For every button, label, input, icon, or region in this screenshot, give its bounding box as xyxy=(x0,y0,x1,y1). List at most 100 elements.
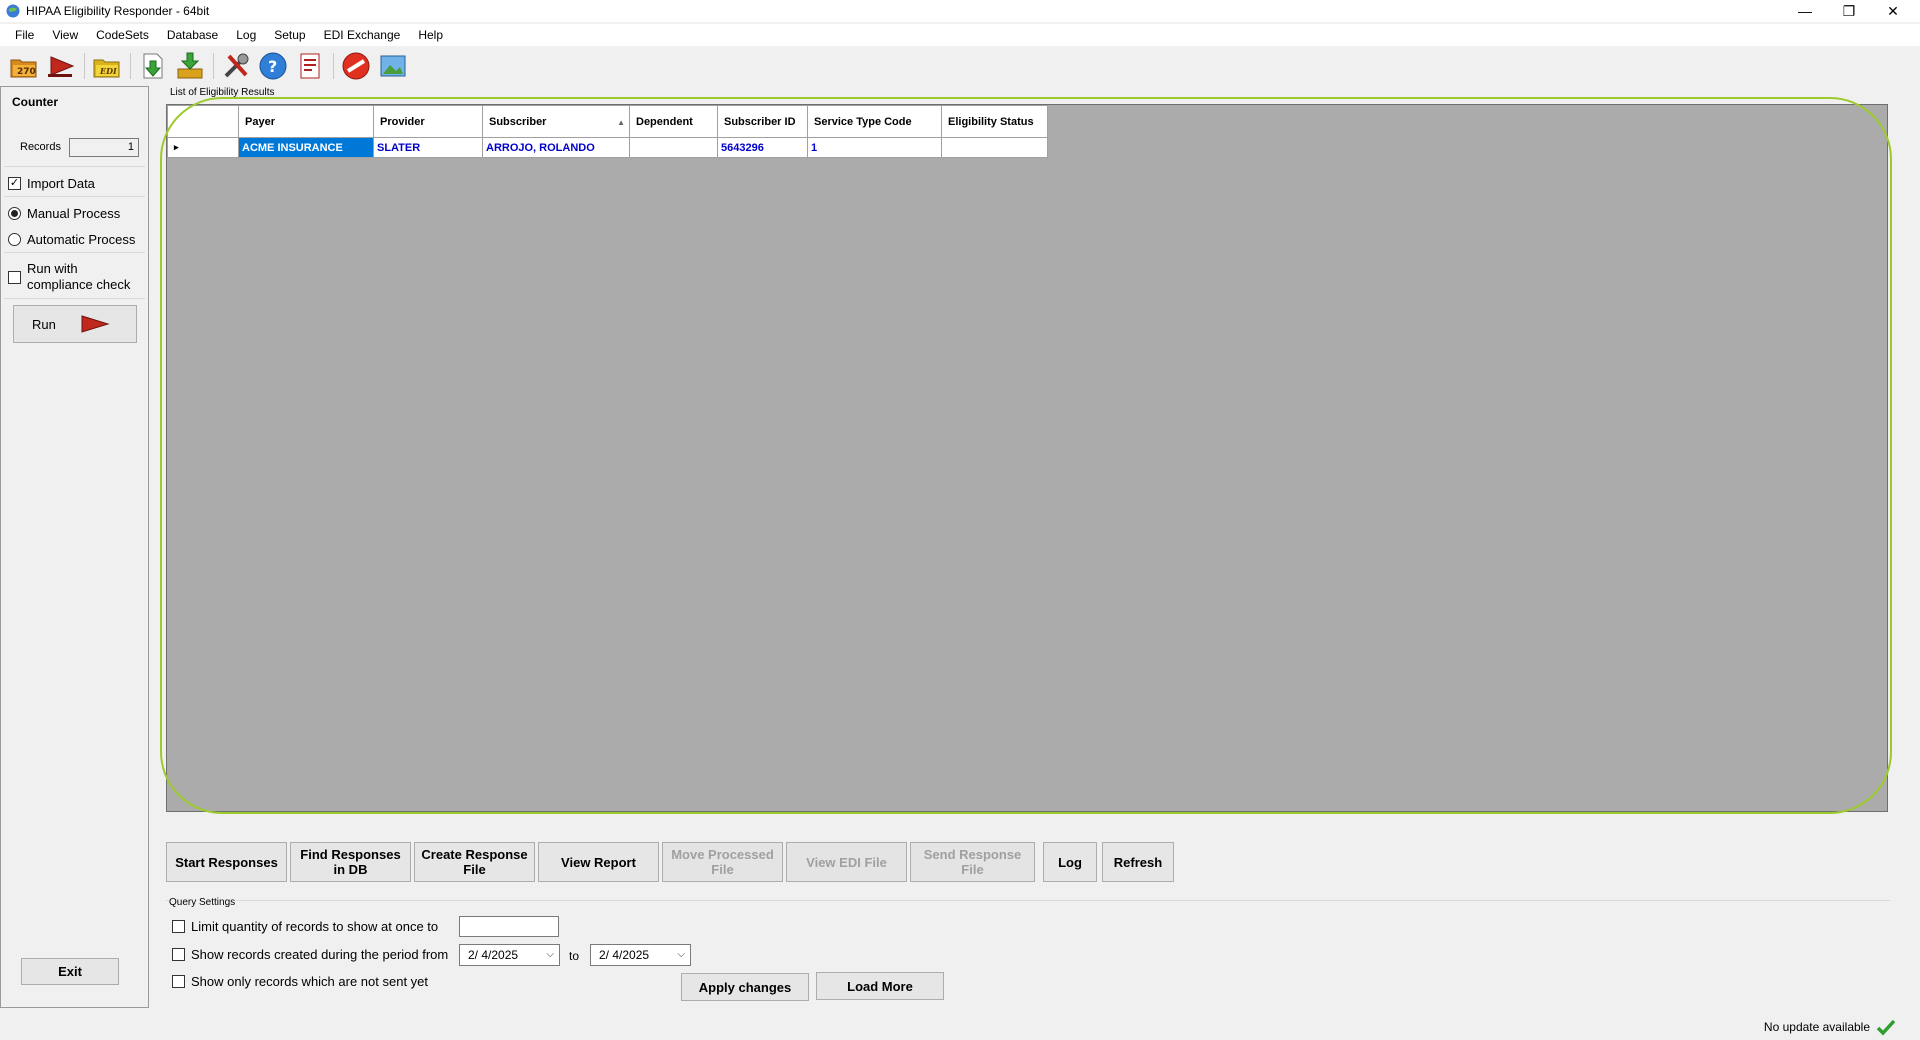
check-ok-icon xyxy=(1876,1019,1896,1036)
column-header-provider[interactable]: Provider xyxy=(373,105,483,138)
run-button[interactable]: Run xyxy=(13,305,137,343)
period-checkbox[interactable]: Show records created during the period f… xyxy=(172,947,448,962)
checkbox-box[interactable]: ✓ xyxy=(8,177,21,190)
stop-button[interactable] xyxy=(340,50,372,82)
menu-file[interactable]: File xyxy=(6,24,43,46)
toolbar-separator xyxy=(84,53,85,79)
checkbox-box[interactable] xyxy=(172,975,185,988)
not-sent-label: Show only records which are not sent yet xyxy=(191,974,429,989)
cell-subscriber-id[interactable]: 5643296 xyxy=(717,137,808,158)
date-to-value: 2/ 4/2025 xyxy=(599,948,650,962)
cell-provider[interactable]: SLATER xyxy=(373,137,483,158)
query-settings-title: Query Settings xyxy=(169,897,238,908)
view-report-button[interactable]: View Report xyxy=(538,842,659,882)
menu-log[interactable]: Log xyxy=(227,24,265,46)
start-responses-button[interactable]: Start Responses xyxy=(166,842,287,882)
import-data-checkbox[interactable]: ✓ Import Data xyxy=(8,176,95,191)
menu-setup[interactable]: Setup xyxy=(265,24,314,46)
status-bar: No update available xyxy=(0,1014,1920,1040)
radio-selected[interactable] xyxy=(8,207,21,220)
compliance-label-line2: compliance check xyxy=(27,277,131,292)
close-button[interactable]: ✕ xyxy=(1870,0,1916,22)
checkbox-box[interactable] xyxy=(172,948,185,961)
limit-records-input[interactable] xyxy=(459,916,559,937)
log-button[interactable]: Log xyxy=(1043,842,1097,882)
refresh-button[interactable]: Refresh xyxy=(1102,842,1174,882)
left-panel: Counter Records 1 ✓ Import Data Manual P… xyxy=(0,86,149,1008)
compliance-check-checkbox[interactable]: Run with compliance check xyxy=(8,261,130,293)
help-button[interactable]: ? xyxy=(257,50,289,82)
move-processed-file-button[interactable]: Move Processed File xyxy=(662,842,783,882)
column-header-eligibility-status[interactable]: Eligibility Status xyxy=(941,105,1048,138)
cell-payer[interactable]: ACME INSURANCE xyxy=(238,137,374,158)
automatic-process-radio[interactable]: Automatic Process xyxy=(8,232,135,247)
report-button[interactable] xyxy=(294,50,326,82)
chevron-down-icon[interactable]: ⌵ xyxy=(677,945,685,965)
settings-tools-button[interactable] xyxy=(220,50,252,82)
restore-button[interactable]: ❐ xyxy=(1826,0,1872,22)
picture-button[interactable] xyxy=(377,50,409,82)
not-sent-checkbox[interactable]: Show only records which are not sent yet xyxy=(172,974,428,989)
tools-icon xyxy=(224,53,249,78)
open-270-button[interactable]: 270 xyxy=(8,50,40,82)
row-header-corner xyxy=(167,105,239,138)
update-status-text: No update available xyxy=(1763,1020,1870,1034)
column-header-service-type-code[interactable]: Service Type Code xyxy=(807,105,942,138)
cell-service-type-code[interactable]: 1 xyxy=(807,137,942,158)
exit-button[interactable]: Exit xyxy=(21,958,119,985)
menu-edi-exchange[interactable]: EDI Exchange xyxy=(315,24,410,46)
limit-records-checkbox[interactable]: Limit quantity of records to show at onc… xyxy=(172,919,438,934)
table-row[interactable]: ▸ ACME INSURANCE SLATER ARROJO, ROLANDO … xyxy=(167,137,1048,158)
menu-help[interactable]: Help xyxy=(409,24,452,46)
date-from-picker[interactable]: 2/ 4/2025 ⌵ xyxy=(459,944,560,966)
counter-title: Counter xyxy=(12,95,58,109)
run-icon xyxy=(48,56,75,77)
stop-icon xyxy=(342,52,370,80)
toolbar-separator xyxy=(213,53,214,79)
automatic-process-label: Automatic Process xyxy=(27,232,136,247)
chevron-down-icon[interactable]: ⌵ xyxy=(546,945,554,965)
title-bar: HIPAA Eligibility Responder - 64bit — ❐ … xyxy=(0,0,1920,22)
cell-subscriber[interactable]: ARROJO, ROLANDO xyxy=(482,137,630,158)
export-button[interactable] xyxy=(174,50,206,82)
minimize-button[interactable]: — xyxy=(1782,0,1828,22)
column-header-payer[interactable]: Payer xyxy=(238,105,374,138)
cell-dependent[interactable] xyxy=(629,137,718,158)
menu-view[interactable]: View xyxy=(43,24,87,46)
run-toolbar-button[interactable] xyxy=(45,50,77,82)
date-from-value: 2/ 4/2025 xyxy=(468,948,519,962)
manual-process-radio[interactable]: Manual Process xyxy=(8,206,120,221)
results-table: Payer Provider Subscriber ▲ Dependent Su… xyxy=(167,105,1048,158)
menu-codesets[interactable]: CodeSets xyxy=(87,24,158,46)
send-response-file-button[interactable]: Send Response File xyxy=(910,842,1035,882)
run-arrow-icon xyxy=(81,315,110,333)
edi-folder-button[interactable]: EDI xyxy=(91,50,123,82)
checkbox-box[interactable] xyxy=(172,920,185,933)
menu-database[interactable]: Database xyxy=(158,24,227,46)
badge-270: 270 xyxy=(17,67,36,77)
create-response-file-button[interactable]: Create Response File xyxy=(414,842,535,882)
manual-process-label: Manual Process xyxy=(27,206,121,221)
load-more-button[interactable]: Load More xyxy=(816,972,944,1000)
menu-bar: File View CodeSets Database Log Setup ED… xyxy=(0,24,1920,46)
apply-changes-button[interactable]: Apply changes xyxy=(681,973,809,1001)
toolbar: 270 EDI ? xyxy=(0,48,1920,84)
divider xyxy=(4,252,145,253)
radio-unselected[interactable] xyxy=(8,233,21,246)
badge-edi: EDI xyxy=(99,66,117,76)
find-responses-button[interactable]: Find Responses in DB xyxy=(290,842,411,882)
column-header-subscriber[interactable]: Subscriber ▲ xyxy=(482,105,630,138)
import-button[interactable] xyxy=(137,50,169,82)
column-header-dependent[interactable]: Dependent xyxy=(629,105,718,138)
row-selector-icon[interactable]: ▸ xyxy=(167,137,239,158)
column-header-subscriber-id[interactable]: Subscriber ID xyxy=(717,105,808,138)
records-count-field: 1 xyxy=(69,138,139,157)
query-settings-divider xyxy=(166,900,1890,901)
window-title: HIPAA Eligibility Responder - 64bit xyxy=(26,4,210,18)
cell-eligibility-status[interactable] xyxy=(941,137,1048,158)
period-label: Show records created during the period f… xyxy=(191,947,449,962)
results-grid[interactable]: Payer Provider Subscriber ▲ Dependent Su… xyxy=(166,104,1888,812)
checkbox-box[interactable] xyxy=(8,270,21,284)
view-edi-file-button[interactable]: View EDI File xyxy=(786,842,907,882)
date-to-picker[interactable]: 2/ 4/2025 ⌵ xyxy=(590,944,691,966)
